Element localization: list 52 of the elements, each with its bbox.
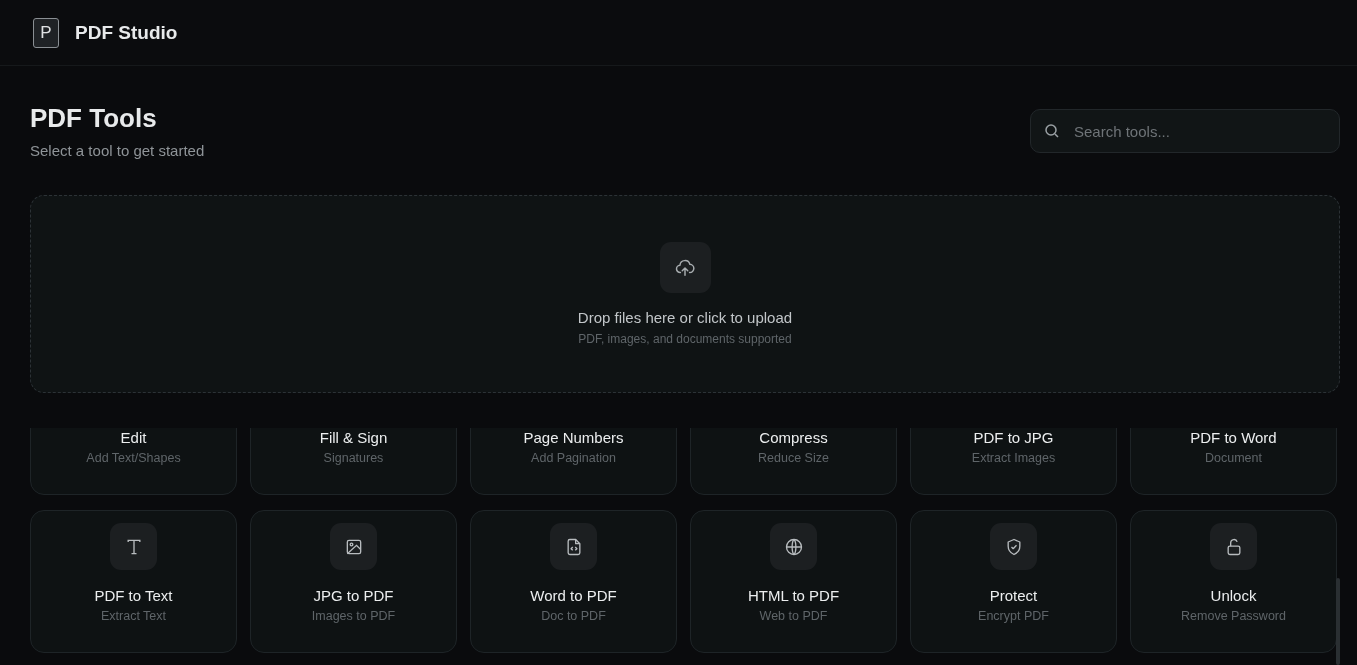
tool-card[interactable]: Page Numbers Add Pagination (470, 428, 677, 495)
search-field[interactable]: Search tools... (1030, 109, 1340, 153)
tool-card[interactable]: Compress Reduce Size (690, 428, 897, 495)
tool-name: PDF to JPG (973, 429, 1054, 446)
tool-name: HTML to PDF (747, 587, 840, 604)
tool-description: Extract Images (971, 451, 1056, 465)
tool-name: Fill & Sign (319, 429, 388, 446)
image-icon (330, 523, 377, 570)
tool-description: Add Text/Shapes (86, 451, 181, 465)
tool-description: Images to PDF (311, 609, 396, 623)
tool-description: Encrypt PDF (978, 609, 1049, 623)
page-subtitle: Select a tool to get started (30, 142, 205, 159)
unlocked-padlock-icon (1210, 523, 1257, 570)
tool-name: Unlock (1210, 587, 1257, 604)
tool-name: JPG to PDF (313, 587, 394, 604)
document-logo-icon: P (33, 17, 59, 48)
tool-card[interactable]: HTML to PDF Web to PDF (690, 510, 897, 653)
tool-card[interactable]: Word to PDF Doc to PDF (470, 510, 677, 653)
tool-name: Compress (759, 429, 828, 446)
upload-hint: PDF, images, and documents supported (578, 332, 792, 346)
tool-description: Signatures (323, 451, 384, 465)
tool-description: Extract Text (100, 609, 167, 623)
upload-title: Drop files here or click to upload (577, 309, 793, 326)
globe-icon (770, 523, 817, 570)
text-icon (110, 523, 157, 570)
page-title: PDF Tools (30, 102, 158, 134)
tool-name: Word to PDF (530, 587, 617, 604)
tool-card[interactable]: Protect Encrypt PDF (910, 510, 1117, 653)
tool-card[interactable]: PDF to Text Extract Text (30, 510, 237, 653)
tool-card[interactable]: Fill & Sign Signatures (250, 428, 457, 495)
upload-dropzone[interactable]: Drop files here or click to upload PDF, images, and documents supported (30, 195, 1340, 393)
tool-name: Protect (989, 587, 1038, 604)
tool-description: Web to PDF (759, 609, 828, 623)
shield-check-icon (990, 523, 1037, 570)
tool-description: Add Pagination (531, 451, 616, 465)
search-icon (1044, 123, 1060, 139)
tool-card[interactable]: Edit Add Text/Shapes (30, 428, 237, 495)
app-title: PDF Studio (75, 21, 178, 44)
tool-card[interactable]: JPG to PDF Images to PDF (250, 510, 457, 653)
tool-name: Edit (120, 429, 147, 446)
code-file-icon (550, 523, 597, 570)
tool-card[interactable]: PDF to JPG Extract Images (910, 428, 1117, 495)
tool-card[interactable]: PDF to Word Document (1130, 428, 1337, 495)
tool-description: Reduce Size (758, 451, 829, 465)
tool-description: Remove Password (1181, 609, 1286, 623)
cloud-upload-icon (659, 242, 711, 293)
tool-description: Document (1205, 451, 1262, 465)
tool-name: PDF to Text (94, 587, 173, 604)
tool-description: Doc to PDF (541, 609, 606, 623)
tool-name: Page Numbers (523, 429, 624, 446)
tool-card[interactable]: Unlock Remove Password (1130, 510, 1337, 653)
tool-name: PDF to Word (1190, 429, 1277, 446)
